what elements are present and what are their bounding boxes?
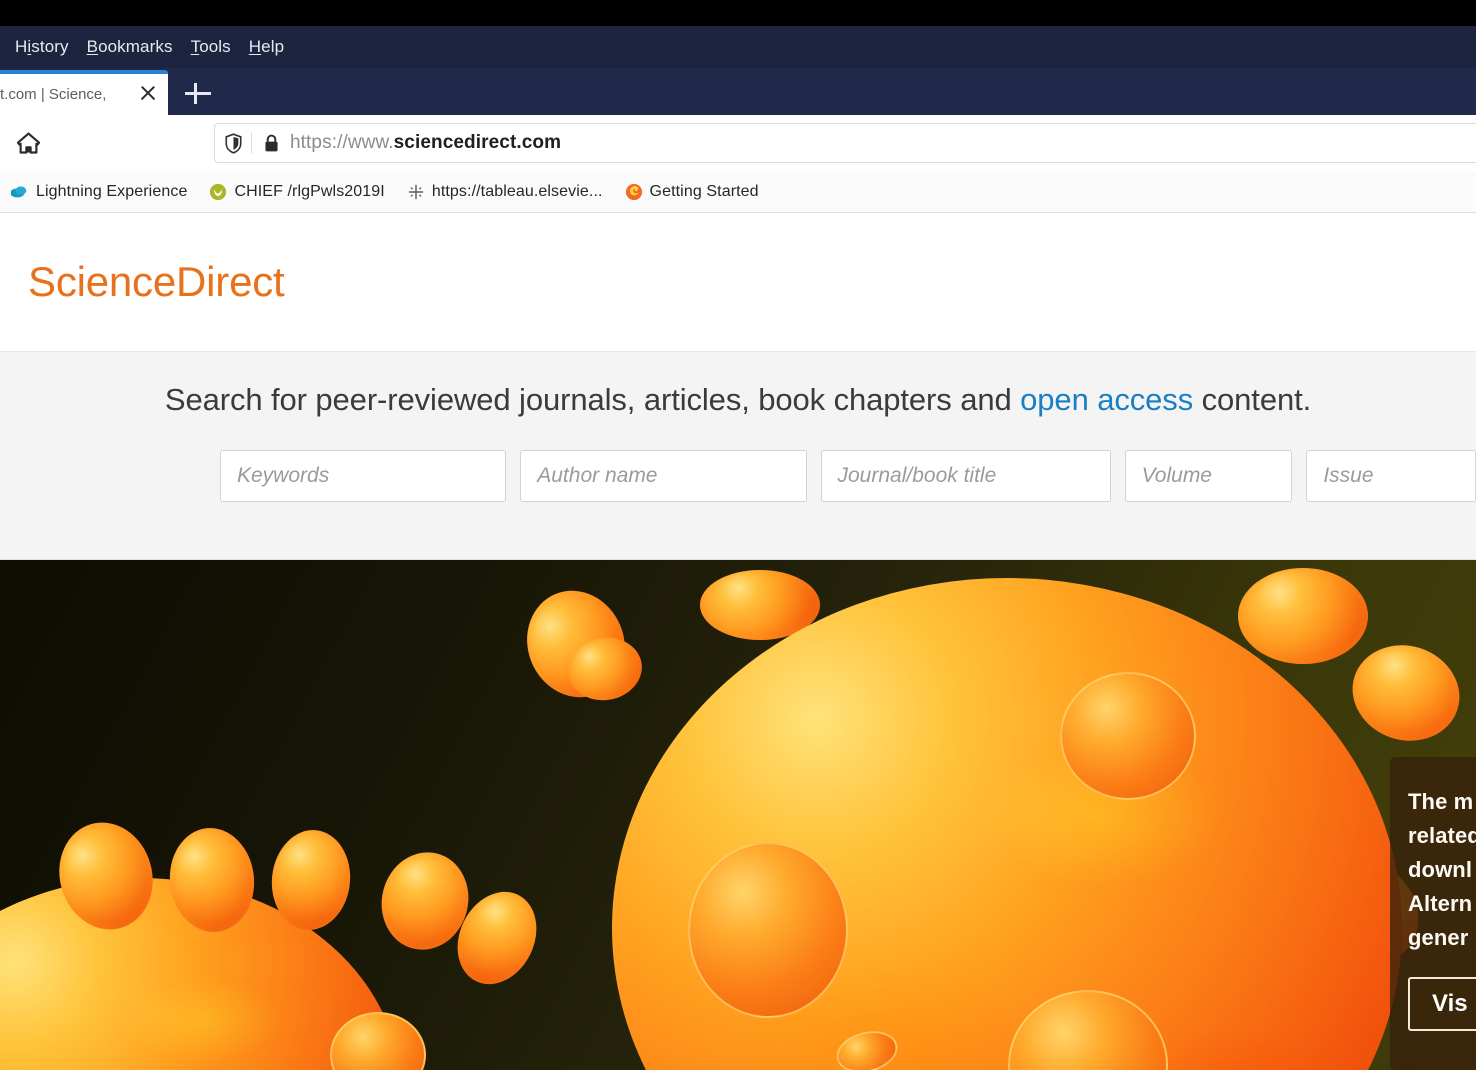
promo-line: The m bbox=[1408, 789, 1474, 814]
address-bar[interactable]: https://www.sciencedirect.com bbox=[214, 123, 1476, 163]
promo-line: Altern bbox=[1408, 891, 1473, 917]
bookmark-label: Lightning Experience bbox=[36, 182, 188, 200]
search-input-volume[interactable]: Volume bbox=[1124, 450, 1293, 502]
plus-icon[interactable] bbox=[182, 78, 214, 110]
tableau-icon bbox=[408, 184, 424, 199]
bookmark-chief[interactable]: CHIEF /rlgPwls2019I bbox=[198, 181, 395, 203]
bookmark-label: CHIEF /rlgPwls2019I bbox=[234, 182, 385, 200]
tab-strip: t.com | Science, bbox=[0, 68, 1476, 115]
search-input-issue[interactable]: Issue bbox=[1306, 450, 1476, 502]
promo-overlay-panel: The m related downl Altern gener Vis bbox=[1390, 757, 1476, 1070]
virus-spike bbox=[1238, 568, 1368, 664]
bookmark-getting-started[interactable]: Getting Started bbox=[614, 181, 770, 203]
shield-icon[interactable] bbox=[215, 132, 251, 154]
tab-active[interactable]: t.com | Science, bbox=[0, 70, 168, 115]
window-titlebar bbox=[0, 0, 1476, 26]
browser-window: History Bookmarks Tools Help t.com | Sci… bbox=[0, 0, 1476, 1070]
promo-visit-button[interactable]: Vis bbox=[1408, 977, 1476, 1032]
search-input-journal[interactable]: Journal/book title bbox=[820, 450, 1111, 502]
promo-line: related bbox=[1408, 823, 1476, 849]
bookmark-tableau[interactable]: https://tableau.elsevie... bbox=[396, 181, 614, 203]
promo-line: gener bbox=[1408, 925, 1469, 951]
placeholder-keywords: Keywords bbox=[237, 464, 330, 487]
sciencedirect-logo[interactable]: ScienceDirect bbox=[28, 258, 285, 306]
lock-icon[interactable] bbox=[252, 133, 290, 154]
home-icon[interactable] bbox=[4, 123, 52, 163]
address-bar-url: https://www.sciencedirect.com bbox=[290, 132, 561, 154]
bookmark-lightning-experience[interactable]: Lightning Experience bbox=[0, 181, 198, 203]
search-input-author[interactable]: Author name bbox=[520, 450, 807, 502]
tab-title: t.com | Science, bbox=[0, 85, 107, 103]
chief-icon bbox=[210, 183, 227, 200]
menu-item-help[interactable]: Help bbox=[240, 35, 293, 59]
bookmark-label: https://tableau.elsevie... bbox=[431, 182, 603, 200]
placeholder-journal: Journal/book title bbox=[837, 464, 997, 487]
menu-item-bookmarks[interactable]: Bookmarks bbox=[78, 35, 182, 59]
bookmark-label: Getting Started bbox=[649, 182, 759, 200]
menu-bar: History Bookmarks Tools Help bbox=[0, 26, 1476, 68]
url-prefix: https://www. bbox=[290, 132, 394, 153]
hero-banner-virus-image bbox=[0, 560, 1476, 1070]
url-domain: sciencedirect.com bbox=[393, 132, 562, 153]
placeholder-volume: Volume bbox=[1141, 464, 1212, 487]
open-access-link[interactable]: open access bbox=[1020, 382, 1193, 417]
promo-line: downl bbox=[1408, 857, 1473, 883]
headline-text-after: content. bbox=[1193, 382, 1312, 417]
promo-button-label: Vis bbox=[1432, 990, 1468, 1018]
search-form: Keywords Author name Journal/book title … bbox=[0, 450, 1476, 502]
cloud-icon bbox=[11, 186, 27, 197]
search-section: Search for peer-reviewed journals, artic… bbox=[0, 352, 1476, 560]
virus-surface-blob bbox=[1060, 672, 1196, 800]
menu-item-history[interactable]: History bbox=[6, 35, 78, 59]
placeholder-issue: Issue bbox=[1323, 464, 1374, 487]
menu-item-tools[interactable]: Tools bbox=[182, 35, 240, 59]
site-header: ScienceDirect bbox=[0, 213, 1476, 352]
page-content: ScienceDirect Search for peer-reviewed j… bbox=[0, 213, 1476, 1070]
search-input-keywords[interactable]: Keywords bbox=[220, 450, 507, 502]
search-headline: Search for peer-reviewed journals, artic… bbox=[0, 352, 1476, 418]
virus-surface-blob bbox=[688, 842, 848, 1018]
close-icon[interactable] bbox=[136, 81, 160, 105]
firefox-icon bbox=[625, 183, 642, 200]
placeholder-author: Author name bbox=[537, 464, 658, 487]
bookmarks-bar: Lightning Experience CHIEF /rlgPwls2019I bbox=[0, 171, 1476, 213]
headline-text-before: Search for peer-reviewed journals, artic… bbox=[164, 382, 1021, 417]
tab-accent-bar bbox=[0, 70, 168, 74]
